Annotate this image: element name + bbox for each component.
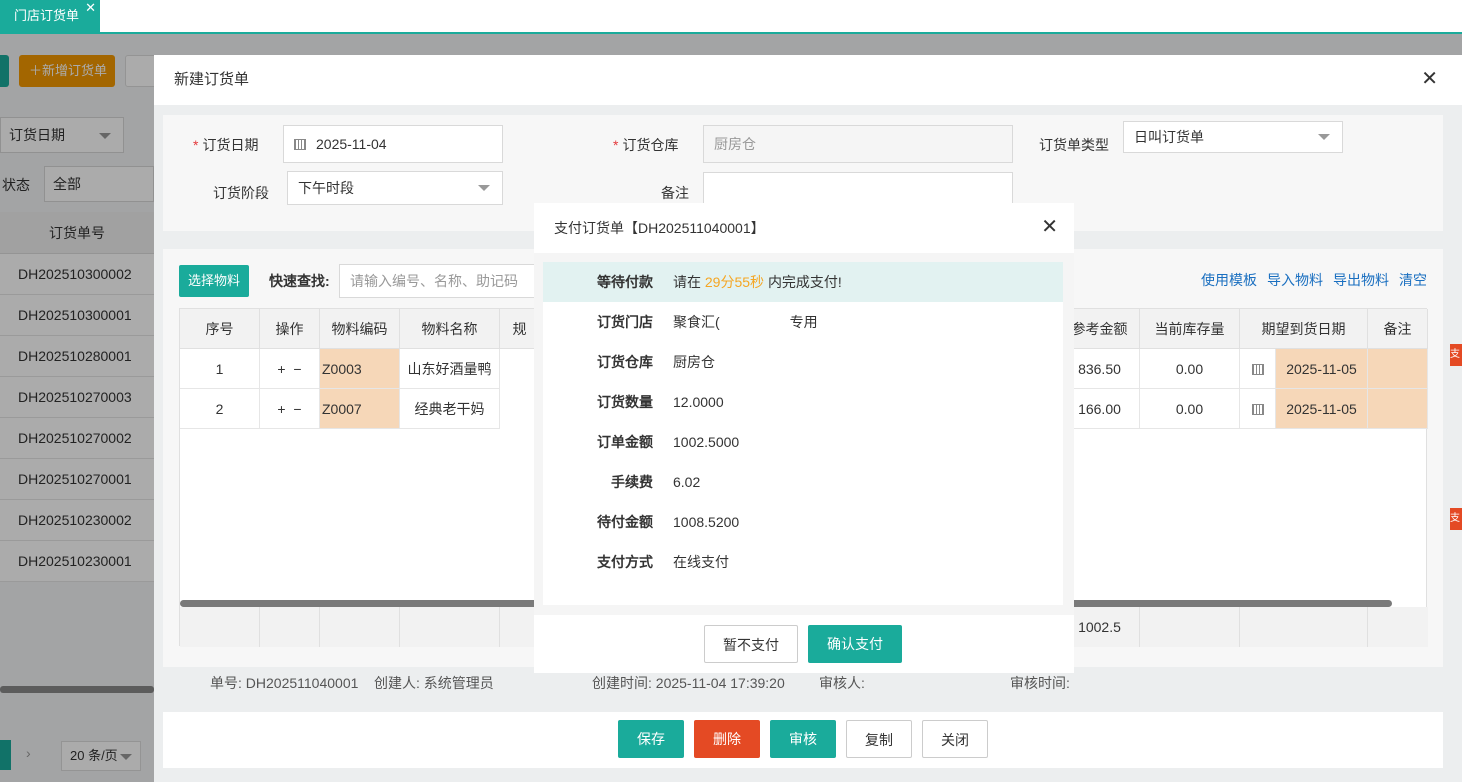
review-button[interactable]: 审核 [770, 720, 836, 758]
clear-link[interactable]: 清空 [1399, 270, 1427, 290]
order-date-label: * 订货日期 [193, 137, 259, 153]
order-stage-label: 订货阶段 [213, 185, 269, 201]
row1-seq: 1 [180, 349, 260, 389]
col-date: 期望到货日期 [1240, 309, 1368, 349]
row1-remark[interactable] [1368, 349, 1428, 389]
calendar-icon [1251, 364, 1264, 375]
save-button[interactable]: 保存 [618, 720, 684, 758]
row2-seq: 2 [180, 389, 260, 429]
col-seq: 序号 [180, 309, 260, 349]
order-warehouse-label: * 订货仓库 [613, 137, 679, 153]
col-op: 操作 [260, 309, 320, 349]
row2-code[interactable]: Z0007 [320, 389, 400, 429]
select-material-button[interactable]: 选择物料 [179, 265, 249, 297]
pay-row-qty: 订货数量 12.0000 [597, 394, 724, 410]
right-edge-badge: 支 [1450, 508, 1462, 530]
row1-code[interactable]: Z0003 [320, 349, 400, 389]
pay-row-amount: 订单金额 1002.5000 [597, 434, 740, 450]
row2-calendar[interactable] [1240, 389, 1276, 429]
order-date-input[interactable]: 2025-11-04 [283, 125, 503, 163]
pay-row-due: 待付金额 1008.5200 [597, 514, 740, 530]
payment-dialog-header: 支付订货单【DH202511040001】 ✕ [534, 203, 1074, 253]
payment-dialog-title: 支付订货单【DH202511040001】 [554, 220, 765, 236]
pay-row-store: 订货门店 聚食汇(专用 [597, 314, 818, 330]
row1-name: 山东好酒量鸭 [400, 349, 500, 389]
countdown-timer: 29分55秒 [704, 274, 765, 290]
footer-cell [180, 607, 260, 647]
use-template-link[interactable]: 使用模板 [1201, 270, 1257, 290]
order-modal-title: 新建订货单 [174, 71, 250, 88]
calendar-icon [1251, 404, 1264, 415]
tab-bar: 门店订货单 ✕ [0, 0, 1462, 34]
quick-search-input[interactable]: 请输入编号、名称、助记码 [339, 264, 549, 298]
import-material-link[interactable]: 导入物料 [1267, 270, 1323, 290]
payment-dialog: 支付订货单【DH202511040001】 ✕ 等待付款 请在 29分55秒 内… [534, 203, 1074, 673]
close-icon[interactable]: ✕ [1421, 55, 1438, 103]
order-remark-label: 备注 [661, 185, 689, 201]
order-warehouse-input[interactable]: 厨房仓 [703, 125, 1013, 163]
chevron-down-icon [1318, 134, 1330, 140]
calendar-icon [294, 139, 306, 150]
footer-cell [400, 607, 500, 647]
footer-cell [260, 607, 320, 647]
payment-dialog-footer: 暂不支付 确认支付 [534, 615, 1074, 673]
confirm-pay-button[interactable]: 确认支付 [808, 625, 902, 663]
col-name: 物料名称 [400, 309, 500, 349]
row1-calendar[interactable] [1240, 349, 1276, 389]
chevron-down-icon [478, 185, 490, 191]
plus-icon[interactable]: + [277, 401, 285, 417]
meta-creator: 创建人: 系统管理员 [374, 675, 494, 691]
footer-cell [1240, 607, 1368, 647]
row2-date[interactable]: 2025-11-05 [1276, 389, 1368, 429]
tab-label: 门店订货单 [14, 8, 80, 23]
col-code: 物料编码 [320, 309, 400, 349]
pay-row-fee: 手续费 6.02 [611, 474, 701, 490]
row1-stock: 0.00 [1140, 349, 1240, 389]
row2-name: 经典老干妈 [400, 389, 500, 429]
row1-date[interactable]: 2025-11-05 [1276, 349, 1368, 389]
close-button[interactable]: 关闭 [922, 720, 988, 758]
order-modal-header: 新建订货单 ✕ [154, 55, 1462, 105]
right-edge-badge: 支 [1450, 344, 1462, 366]
close-icon[interactable]: ✕ [1041, 203, 1058, 251]
meta-created-time: 创建时间: 2025-11-04 17:39:20 [592, 675, 785, 691]
payment-details: 等待付款 请在 29分55秒 内完成支付! 订货门店 聚食汇(专用 订货仓库 厨… [543, 262, 1063, 605]
tab-store-order[interactable]: 门店订货单 ✕ [0, 0, 100, 32]
row1-op: + − [260, 349, 320, 389]
minus-icon[interactable]: − [293, 401, 301, 417]
meta-reviewer: 审核人: [819, 675, 865, 691]
col-stock: 当前库存量 [1140, 309, 1240, 349]
delete-button[interactable]: 删除 [694, 720, 760, 758]
order-action-bar: 保存 删除 审核 复制 关闭 [163, 712, 1443, 768]
order-stage-select[interactable]: 下午时段 [287, 171, 503, 205]
tab-close-icon[interactable]: ✕ [85, 0, 96, 24]
minus-icon[interactable]: − [293, 361, 301, 377]
copy-button[interactable]: 复制 [846, 720, 912, 758]
quick-search-label: 快速查找: [269, 273, 330, 289]
pay-row-method: 支付方式 在线支付 [597, 554, 729, 570]
pay-row-warehouse: 订货仓库 厨房仓 [597, 354, 715, 370]
plus-icon[interactable]: + [277, 361, 285, 377]
meta-review-time: 审核时间: [1010, 675, 1070, 691]
pay-row-wait: 等待付款 请在 29分55秒 内完成支付! [543, 262, 1063, 302]
order-type-label: 订货单类型 [1039, 137, 1109, 153]
col-remark: 备注 [1368, 309, 1428, 349]
row2-stock: 0.00 [1140, 389, 1240, 429]
row2-op: + − [260, 389, 320, 429]
footer-cell [1140, 607, 1240, 647]
export-material-link[interactable]: 导出物料 [1333, 270, 1389, 290]
order-type-select[interactable]: 日叫订货单 [1123, 121, 1343, 153]
row2-remark[interactable] [1368, 389, 1428, 429]
pay-later-button[interactable]: 暂不支付 [704, 625, 798, 663]
footer-cell [320, 607, 400, 647]
meta-order-no: 单号: DH202511040001 [210, 675, 359, 691]
